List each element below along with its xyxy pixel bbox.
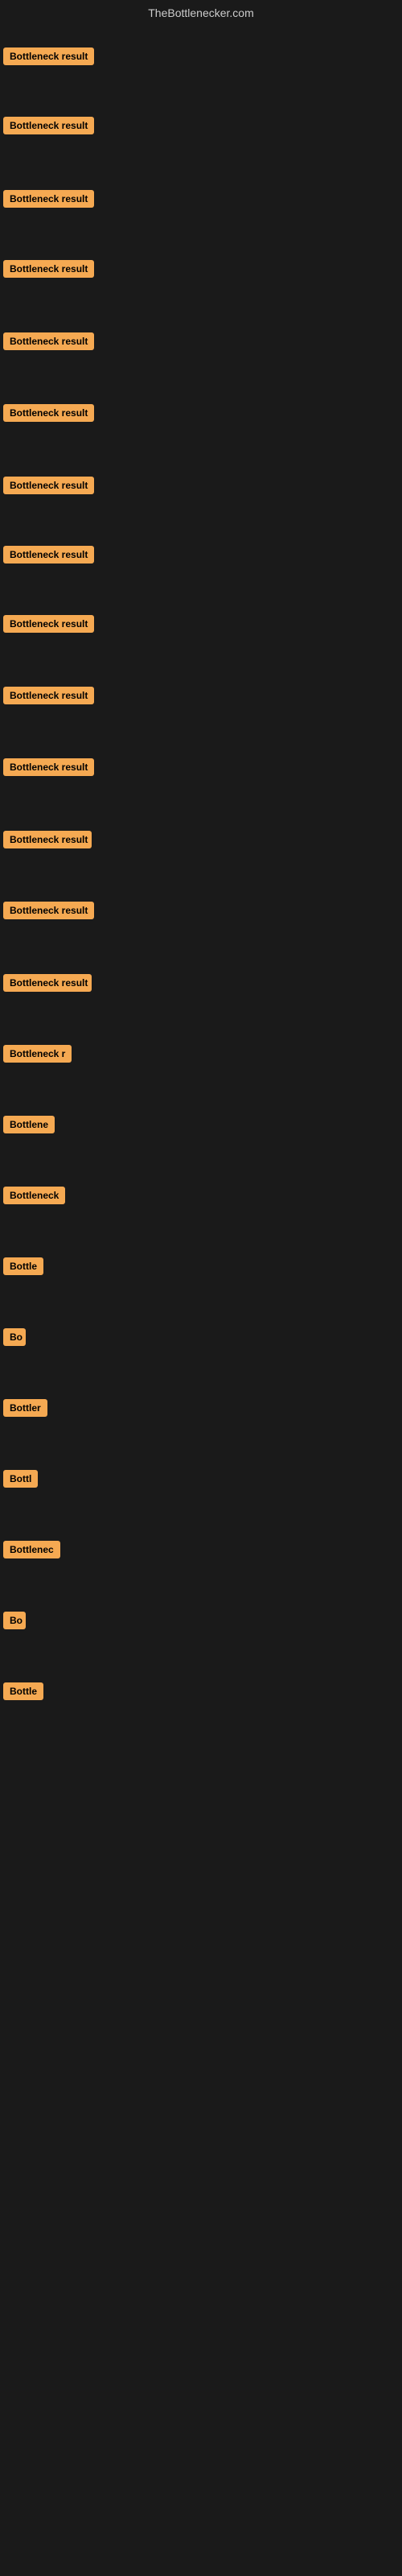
bottleneck-badge-16: Bottlene [3, 1116, 55, 1137]
bottleneck-badge-13: Bottleneck result [3, 902, 94, 923]
bottleneck-badge-1: Bottleneck result [3, 47, 94, 69]
bottleneck-badge-5: Bottleneck result [3, 332, 94, 354]
bottleneck-badge-21: Bottl [3, 1470, 38, 1492]
bottleneck-badge-10: Bottleneck result [3, 687, 94, 708]
bottleneck-badge-8: Bottleneck result [3, 546, 94, 568]
bottleneck-badge-15: Bottleneck r [3, 1045, 72, 1067]
bottleneck-badge-24: Bottle [3, 1682, 43, 1704]
bottleneck-badge-9: Bottleneck result [3, 615, 94, 637]
bottleneck-badge-12: Bottleneck result [3, 831, 92, 852]
bottleneck-badge-3: Bottleneck result [3, 190, 94, 212]
bottleneck-badge-22: Bottlenec [3, 1541, 60, 1563]
bottleneck-badge-17: Bottleneck [3, 1187, 65, 1208]
bottleneck-badge-19: Bo [3, 1328, 26, 1350]
bottleneck-badge-6: Bottleneck result [3, 404, 94, 426]
bottleneck-badge-23: Bo [3, 1612, 26, 1633]
bottleneck-badge-20: Bottler [3, 1399, 47, 1421]
site-title: TheBottlenecker.com [0, 0, 402, 26]
bottleneck-badge-14: Bottleneck result [3, 974, 92, 996]
bottleneck-badge-4: Bottleneck result [3, 260, 94, 282]
bottleneck-badge-7: Bottleneck result [3, 477, 94, 498]
bottleneck-badge-2: Bottleneck result [3, 117, 94, 138]
bottleneck-badge-18: Bottle [3, 1257, 43, 1279]
bottleneck-badge-11: Bottleneck result [3, 758, 94, 780]
